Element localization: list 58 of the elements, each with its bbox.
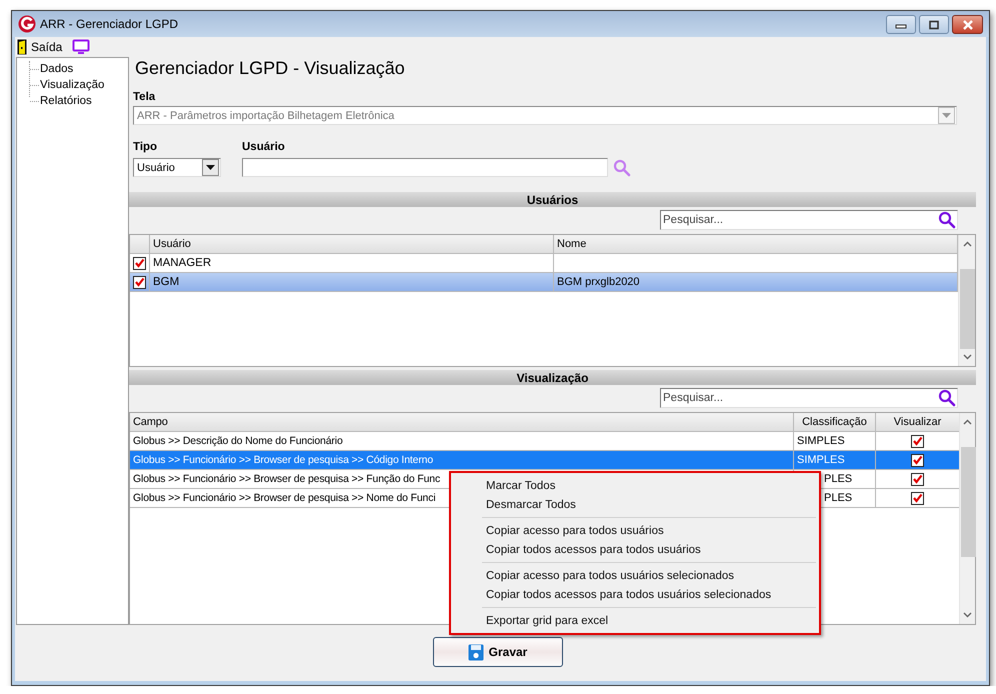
menu-item[interactable]: Copiar acesso para todos usuários selecionados [454,566,816,586]
scrollbar[interactable] [959,413,975,624]
window-title: ARR - Gerenciador LGPD [40,17,180,31]
scrollbar[interactable] [958,235,975,366]
checked-checkbox[interactable] [911,472,924,486]
checked-checkbox[interactable] [133,256,146,270]
tree-item[interactable]: Visualização [39,79,104,91]
table-row[interactable]: BGM BGM prxglb2020 [130,273,958,292]
table-cell: BGM [150,273,554,292]
search-field[interactable]: Pesquisar... [660,210,958,230]
user-field[interactable] [242,158,608,178]
dropdown-arrow-icon [206,165,215,170]
scroll-down-icon[interactable] [962,354,972,360]
field-label: Usuário [242,141,286,156]
save-button[interactable]: Gravar [432,637,562,667]
menu-item[interactable]: Copiar todos acessos para todos usuários selecionados [454,585,816,604]
menu-item[interactable]: Copiar todos acessos para todos usuários [454,540,816,560]
column-header[interactable]: Classificação [794,413,876,432]
tree-item[interactable]: Dados [39,63,74,75]
table-cell: Globus >> Funcionário >> Browser de pesquisa >> Código Interno [130,451,794,470]
table-cell: SIMPLES [794,432,876,450]
close-button[interactable] [952,15,983,34]
app-logo-icon [18,15,36,33]
checked-checkbox[interactable] [911,492,924,505]
type-dropdown[interactable]: Usuário [133,158,221,178]
search-icon[interactable] [938,389,956,408]
scroll-up-icon[interactable] [962,241,972,248]
search-field[interactable]: Pesquisar... [660,388,958,408]
dropdown-arrow-icon [942,113,951,118]
maximize-button[interactable] [919,15,949,34]
column-header[interactable]: Usuário [150,235,554,254]
screen-dropdown: ARR - Parâmetros importação Bilhetagem Eletrônica [133,106,957,126]
menu-item[interactable]: Copiar acesso para todos usuários [454,521,816,540]
maximize-icon [927,20,941,30]
monitor-icon[interactable] [72,39,90,55]
menu-item[interactable]: Exportar grid para excel [454,611,816,630]
checked-checkbox[interactable] [133,276,146,289]
scroll-down-icon[interactable] [963,612,972,618]
column-header[interactable]: Visualizar [876,413,959,432]
checked-checkbox[interactable] [911,434,924,448]
exit-button[interactable]: Saída [17,39,62,55]
search-icon[interactable] [938,211,956,230]
door-icon [17,39,27,55]
scroll-up-icon[interactable] [963,419,972,426]
page-title: Gerenciador LGPD - Visualização [135,58,406,80]
table-cell: MANAGER [150,254,554,272]
minimize-button[interactable] [886,15,916,34]
checked-checkbox[interactable] [911,454,924,467]
field-label: Tipo [133,141,158,156]
column-header[interactable]: Campo [130,413,794,432]
section-header: Visualização [129,370,976,386]
tree-item[interactable]: Relatórios [39,95,92,107]
section-header: Usuários [129,192,976,208]
field-label: Tela [133,90,156,104]
table-cell: SIMPLES [794,451,876,470]
close-icon [960,20,974,30]
table-cell: Globus >> Descrição do Nome do Funcionário [130,432,794,450]
table-row[interactable]: Globus >> Funcionário >> Browser de pesquisa >> Código Interno SIMPLES [130,451,959,470]
